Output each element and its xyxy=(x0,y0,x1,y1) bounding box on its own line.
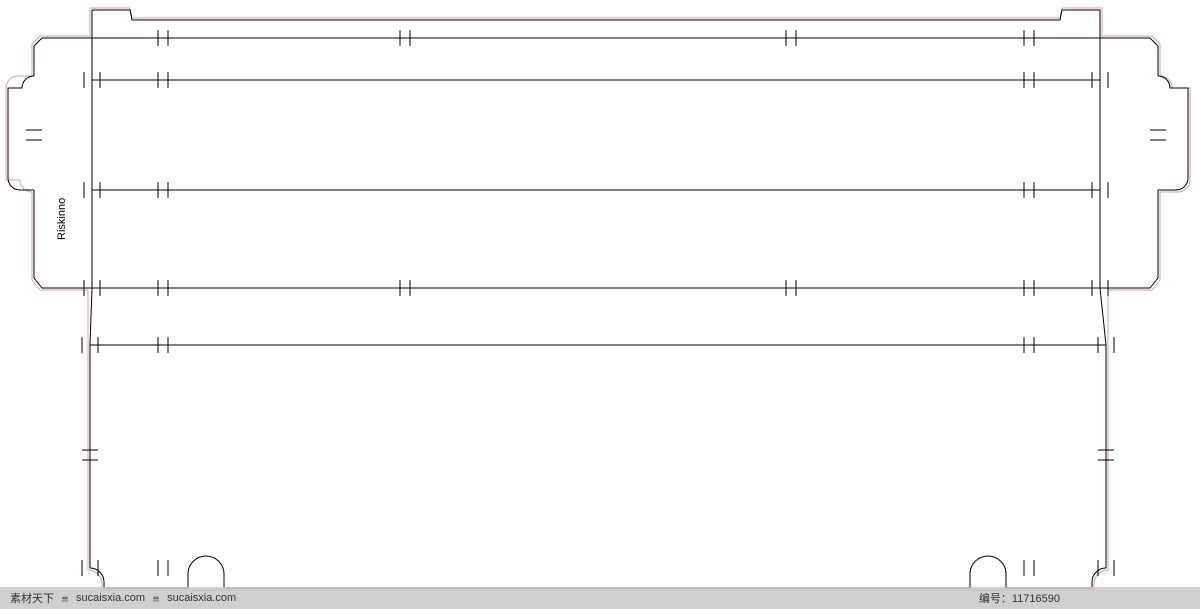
site-url-link[interactable]: sucaisxia.com xyxy=(76,592,145,604)
brand-watermark: Riskinno xyxy=(56,198,68,240)
site-label: 素材天下 xyxy=(10,590,54,606)
id-label: 编号： xyxy=(979,593,1012,605)
crown-icon xyxy=(60,593,70,603)
id-value: 11716590 xyxy=(1012,593,1060,605)
site-url-link-2[interactable]: sucaisxia.com xyxy=(167,592,236,604)
footer-bar: 素材天下 sucaisxia.com sucaisxia.com 编号：1171… xyxy=(0,587,1200,609)
crown-icon xyxy=(151,593,161,603)
dieline-drawing xyxy=(0,0,1200,609)
